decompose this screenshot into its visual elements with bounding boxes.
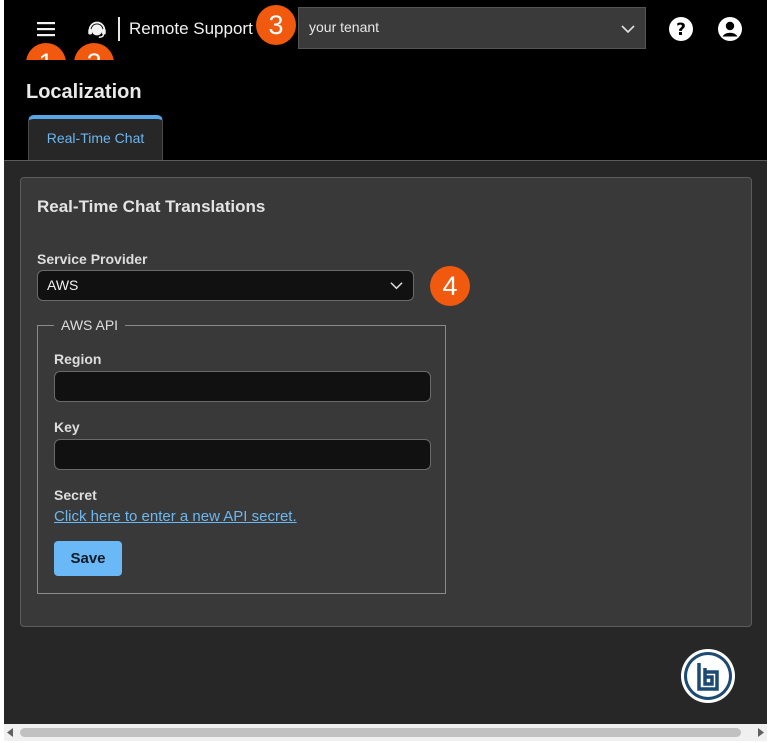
header-divider	[118, 17, 120, 41]
brand-logo-icon	[681, 649, 735, 703]
service-provider-select[interactable]: AWS	[37, 270, 414, 301]
chevron-down-icon	[621, 25, 635, 34]
scroll-left-arrow-icon[interactable]	[6, 728, 14, 737]
key-label: Key	[54, 419, 80, 435]
scrollbar-thumb[interactable]	[20, 728, 741, 737]
tab-label: Real-Time Chat	[46, 130, 145, 146]
enter-api-secret-link[interactable]: Click here to enter a new API secret.	[54, 508, 297, 525]
region-input[interactable]	[54, 371, 431, 402]
service-provider-value: AWS	[47, 277, 79, 293]
callout-badge-4: 4	[430, 266, 470, 306]
region-label: Region	[54, 351, 102, 367]
aws-api-legend: AWS API	[54, 317, 126, 333]
app-title: Remote Support	[129, 19, 253, 38]
callout-badge-3: 3	[256, 5, 296, 45]
tab-divider	[4, 160, 767, 161]
chevron-down-icon	[390, 282, 403, 290]
secret-label: Secret	[54, 487, 97, 503]
card-title: Real-Time Chat Translations	[37, 197, 266, 216]
svg-text:?: ?	[676, 20, 686, 40]
app-window: Remote Support 3 your tenant ? 1 2 Local…	[4, 0, 767, 724]
user-circle-icon[interactable]	[717, 16, 743, 42]
top-bar: Remote Support 3 your tenant ?	[4, 0, 767, 60]
page-title: Localization	[26, 81, 142, 103]
scroll-right-arrow-icon[interactable]	[757, 728, 765, 737]
aws-api-fieldset: AWS API Region Key Secret Click here to …	[37, 317, 446, 594]
window-edge	[0, 0, 4, 743]
save-button[interactable]: Save	[54, 541, 122, 576]
tenant-select[interactable]: your tenant	[298, 7, 646, 49]
tenant-select-value: your tenant	[309, 19, 380, 35]
tab-real-time-chat[interactable]: Real-Time Chat	[28, 115, 163, 161]
headset-icon	[88, 21, 106, 38]
horizontal-scrollbar[interactable]	[4, 724, 767, 741]
hamburger-menu-icon[interactable]	[34, 17, 58, 41]
page-header: Localization Real-Time Chat	[4, 60, 767, 161]
key-input[interactable]	[54, 439, 431, 470]
question-circle-icon[interactable]: ?	[668, 16, 694, 42]
service-provider-label: Service Provider	[37, 251, 148, 267]
translations-card: Real-Time Chat Translations Service Prov…	[20, 177, 752, 627]
